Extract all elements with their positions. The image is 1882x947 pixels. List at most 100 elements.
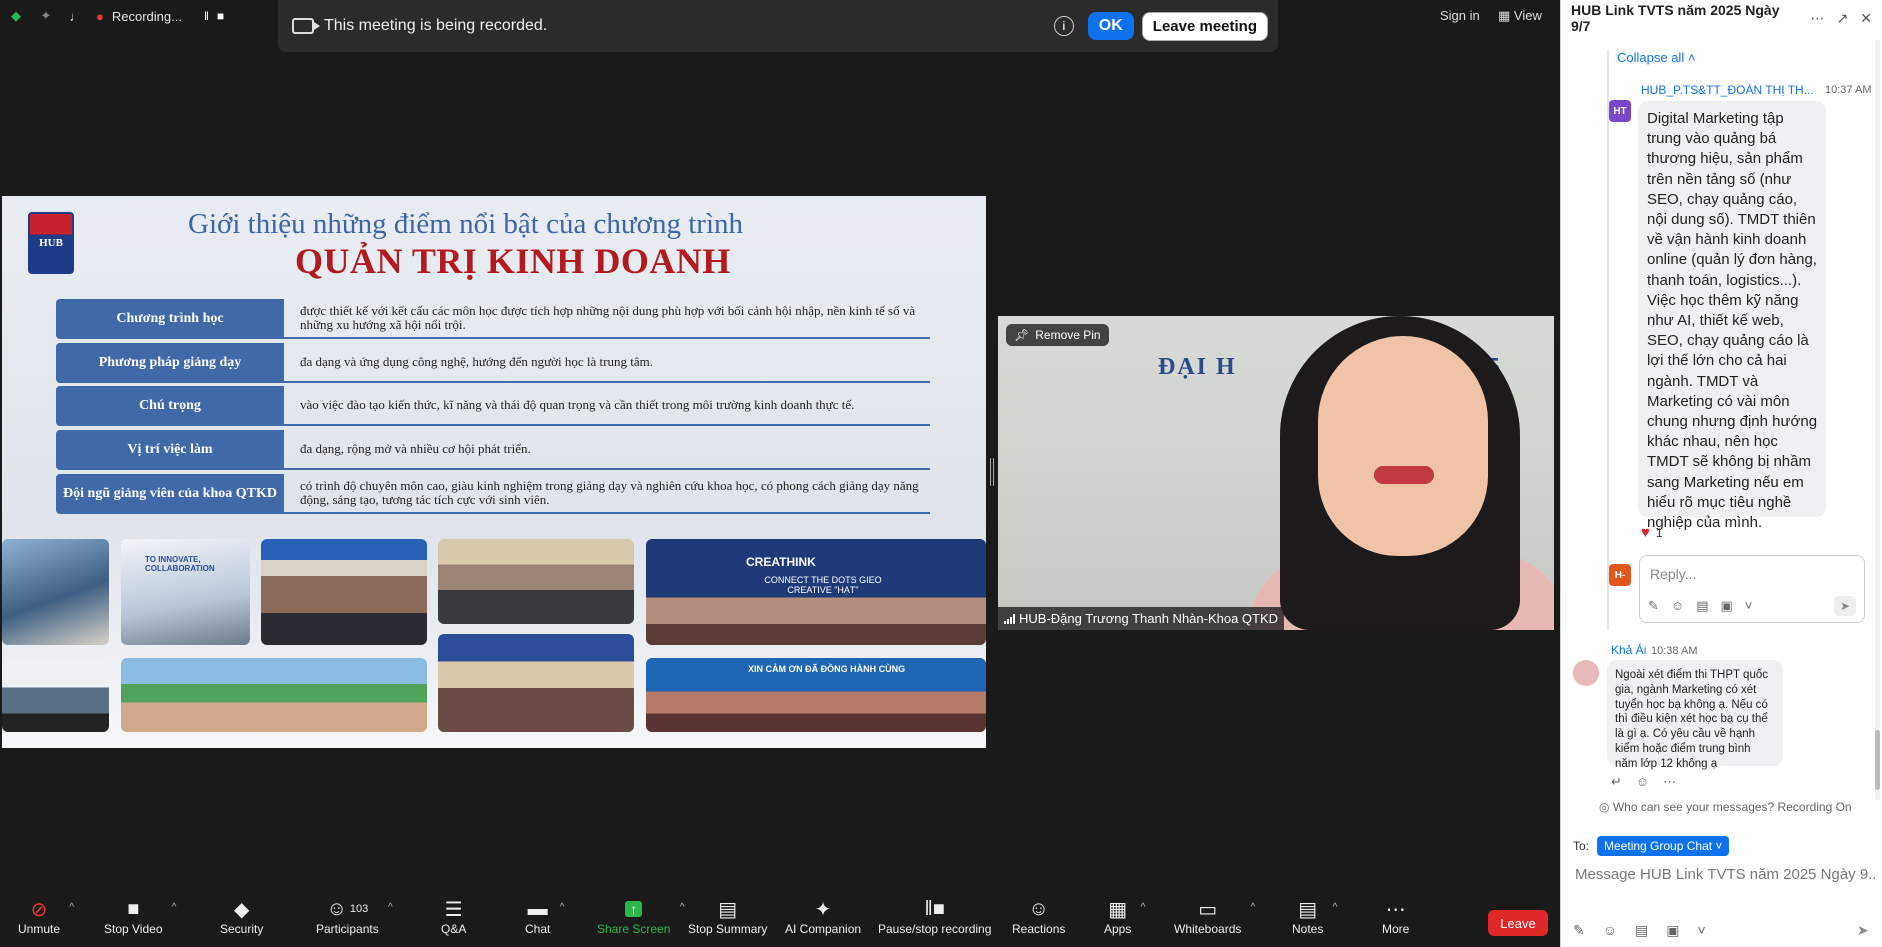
scrollbar-thumb[interactable] (1875, 730, 1880, 790)
qa-label: Q&A (441, 922, 467, 936)
slide-row-label: Chú trọng (56, 386, 284, 426)
chevron-up-icon[interactable]: ^ (172, 902, 177, 913)
photo-innovate-collaboration: TO INNOVATE, COLLABORATION (121, 539, 250, 645)
screenshot-icon[interactable]: ▣ (1720, 598, 1732, 614)
shared-screen-slide: HUB Giới thiệu những điểm nổi bật của ch… (2, 196, 986, 748)
reaction-badge[interactable]: ♥ 1 (1641, 524, 1663, 541)
security-button[interactable]: ◆ Security (220, 896, 263, 944)
pause-recording-icon[interactable]: ‖ (204, 9, 209, 23)
emoji-icon[interactable]: ☺ (1603, 922, 1617, 939)
composer-tools: ✎ ☺ ▤ ▣ ˅ (1573, 922, 1706, 939)
photo-caption: XIN CẢM ƠN ĐÃ ĐỒNG HÀNH CÙNG (748, 664, 906, 674)
chevron-up-icon[interactable]: ^ (1251, 902, 1256, 913)
signal-bars-icon (1004, 613, 1015, 624)
stop-recording-icon[interactable]: ■ (217, 9, 224, 23)
chevron-up-icon[interactable]: ^ (69, 902, 74, 913)
chevron-down-icon: ˅ (1715, 839, 1723, 853)
speaker-video-tile[interactable]: ĐẠI H 5 📌︎ Remove Pin HUB-Đặng Trương Th… (998, 316, 1554, 630)
file-icon[interactable]: ▤ (1635, 922, 1648, 939)
format-icon[interactable]: ✎ (1573, 922, 1585, 939)
qa-button[interactable]: ☰ Q&A (441, 896, 466, 944)
photo-ceremony-group (438, 634, 634, 732)
panel-resize-handle[interactable] (990, 458, 994, 486)
add-reaction-icon[interactable]: ☺ (1636, 774, 1649, 790)
remove-pin-button[interactable]: 📌︎ Remove Pin (1006, 324, 1109, 346)
view-button[interactable]: ▦ View (1498, 8, 1542, 24)
screenshot-icon[interactable]: ▣ (1666, 922, 1679, 939)
chevron-up-icon[interactable]: ^ (1333, 902, 1338, 913)
sign-in-link[interactable]: Sign in (1440, 8, 1480, 23)
chat-button[interactable]: ▬ Chat ^ (525, 896, 564, 944)
recording-indicator[interactable]: ● Recording... ‖ ■ (96, 9, 224, 24)
chat-bubble-icon: ▬ (527, 897, 548, 920)
more-options-icon[interactable]: ⋯ (1811, 10, 1825, 27)
visibility-notice[interactable]: ◎ Who can see your messages? Recording O… (1599, 800, 1852, 814)
format-icon[interactable]: ✎ (1648, 598, 1659, 614)
collapse-all-label: Collapse all (1617, 50, 1685, 65)
view-grid-icon: ▦ (1498, 8, 1514, 23)
eye-icon: ◎ (1599, 800, 1613, 814)
ai-spark-icon[interactable]: ✦ (36, 6, 56, 26)
remove-pin-label: Remove Pin (1035, 328, 1101, 342)
security-shield-icon[interactable]: ◆ (6, 6, 26, 26)
leave-meeting-button[interactable]: Leave meeting (1141, 11, 1268, 41)
notes-button[interactable]: ▤ Notes ^ (1292, 896, 1337, 944)
collapse-all-link[interactable]: Collapse all ˄ (1617, 50, 1695, 65)
info-icon[interactable]: i (1053, 16, 1074, 36)
emoji-icon[interactable]: ☺ (1671, 598, 1684, 614)
slide-row: Đội ngũ giảng viên của khoa QTKD có trìn… (56, 473, 930, 515)
unmute-button[interactable]: ⊘ Unmute ^ (18, 896, 74, 944)
message-sender[interactable]: HUB_P.TS&TT_ĐOÀN THỊ TH... (1641, 83, 1823, 97)
chevron-up-icon[interactable]: ^ (388, 902, 393, 913)
ai-companion-button[interactable]: ✦ AI Companion (785, 896, 861, 944)
leave-button[interactable]: Leave (1488, 910, 1548, 936)
message-actions: ↵ ☺ ⋯ (1611, 774, 1676, 790)
mic-icon[interactable]: ♩ (66, 6, 86, 26)
chevron-up-icon[interactable]: ^ (680, 902, 685, 913)
chat-scrollbar[interactable] (1875, 40, 1880, 800)
reply-input[interactable]: Reply... ✎ ☺ ▤ ▣ ˅ ➤ (1639, 555, 1865, 623)
whiteboards-label: Whiteboards (1174, 922, 1242, 936)
qa-bubbles-icon: ☰ (444, 898, 463, 921)
ok-button[interactable]: OK (1087, 12, 1134, 40)
reactions-button[interactable]: ☺ Reactions (1012, 896, 1065, 944)
file-icon[interactable]: ▤ (1696, 598, 1708, 614)
visibility-notice-text: Who can see your messages? Recording On (1612, 800, 1852, 814)
apps-label: Apps (1104, 922, 1132, 936)
apps-button[interactable]: ▦ Apps ^ (1104, 896, 1145, 944)
participants-icon: ☺ 103 (326, 897, 369, 920)
cloud-record-icon: ● (96, 8, 104, 24)
speaker-mouth (1374, 466, 1434, 484)
message-input[interactable]: Message HUB Link TVTS năm 2025 Ngày 9... (1575, 866, 1875, 883)
message-sender[interactable]: Khả Ái (1611, 643, 1646, 657)
slide-row: Chương trình học được thiết kế với kết c… (56, 298, 930, 340)
stop-summary-button[interactable]: ▤ Stop Summary (688, 896, 767, 944)
avatar[interactable]: HT (1609, 100, 1631, 122)
share-screen-button[interactable]: ↑ Share Screen ^ (597, 896, 684, 944)
pop-out-icon[interactable]: ↗ (1837, 10, 1849, 27)
chevron-up-icon[interactable]: ^ (560, 902, 565, 913)
thread-line (1607, 50, 1609, 630)
stop-video-button[interactable]: ■ Stop Video ^ (104, 896, 177, 944)
mic-muted-icon: ⊘ (30, 898, 48, 921)
close-icon[interactable]: ✕ (1860, 10, 1872, 27)
send-icon[interactable]: ➤ (1857, 922, 1869, 939)
participants-button[interactable]: ☺ 103 Participants ^ (316, 896, 393, 944)
notes-icon: ▤ (1298, 898, 1318, 921)
slide-title: Giới thiệu những điểm nổi bật của chương… (188, 208, 744, 240)
slide-row-text: có trình độ chuyên môn cao, giàu kinh ng… (284, 474, 930, 514)
chevron-up-icon[interactable]: ^ (1141, 902, 1146, 913)
photo-faculty-group (438, 539, 634, 624)
more-options-icon[interactable]: ⋯ (1663, 774, 1676, 790)
pause-stop-recording-button[interactable]: ‖■ Pause/stop recording (878, 896, 991, 944)
chevron-down-icon[interactable]: ˅ (1745, 598, 1753, 614)
more-button[interactable]: ⋯ More (1382, 896, 1409, 944)
send-icon[interactable]: ➤ (1834, 596, 1856, 616)
reply-icon[interactable]: ↵ (1611, 774, 1622, 790)
photo-creathink-event: CREATHINK CONNECT THE DOTS GIEO CREATIVE… (646, 539, 986, 645)
chevron-down-icon[interactable]: ˅ (1698, 922, 1706, 939)
avatar[interactable] (1573, 660, 1599, 686)
recipient-dropdown[interactable]: Meeting Group Chat ˅ (1597, 836, 1730, 856)
message-bubble: Digital Marketing tập trung vào quảng bá… (1638, 101, 1826, 531)
whiteboards-button[interactable]: ▭ Whiteboards ^ (1174, 896, 1255, 944)
